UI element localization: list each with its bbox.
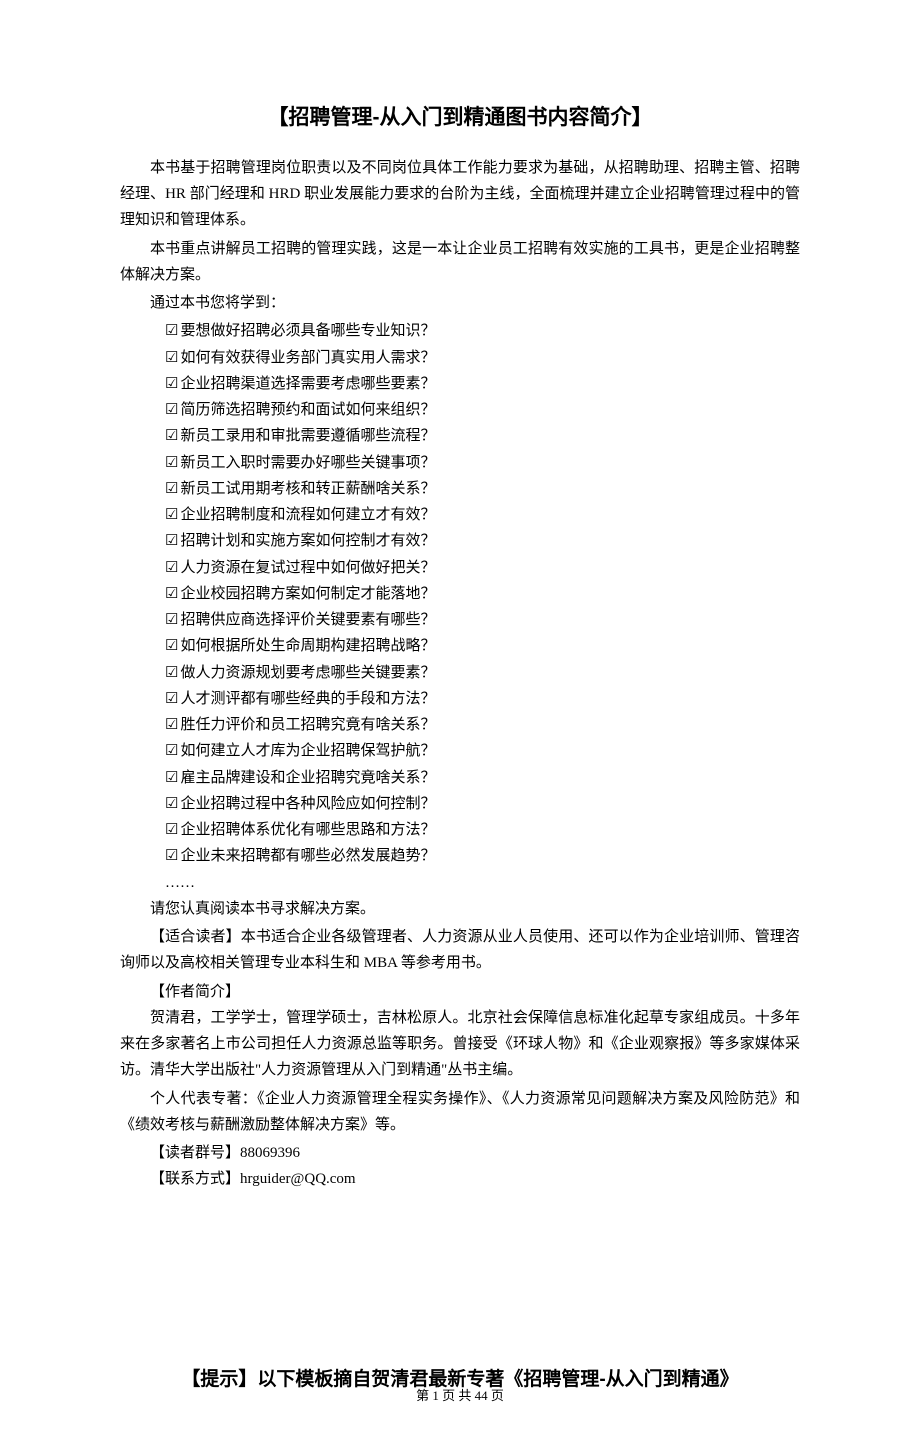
page-footer: 第 1 页 共 44 页 — [0, 1385, 920, 1408]
list-item: 人力资源在复试过程中如何做好把关？ — [165, 555, 800, 581]
list-item: 雇主品牌建设和企业招聘究竟啥关系？ — [165, 765, 800, 791]
list-item: 如何建立人才库为企业招聘保驾护航？ — [165, 738, 800, 764]
contact-info: 【联系方式】hrguider@QQ.com — [120, 1166, 800, 1192]
intro-paragraph-1: 本书基于招聘管理岗位职责以及不同岗位具体工作能力要求为基础，从招聘助理、招聘主管… — [120, 155, 800, 234]
list-item: 招聘计划和实施方案如何控制才有效？ — [165, 528, 800, 554]
author-label: 【作者简介】 — [120, 979, 800, 1005]
list-item: 胜任力评价和员工招聘究竟有啥关系？ — [165, 712, 800, 738]
list-item: 企业招聘制度和流程如何建立才有效？ — [165, 502, 800, 528]
list-item: 企业招聘体系优化有哪些思路和方法？ — [165, 817, 800, 843]
list-item: 做人力资源规划要考虑哪些关键要素？ — [165, 660, 800, 686]
list-item: 新员工录用和审批需要遵循哪些流程？ — [165, 423, 800, 449]
list-item: 新员工入职时需要办好哪些关键事项？ — [165, 450, 800, 476]
list-item: 新员工试用期考核和转正薪酬啥关系？ — [165, 476, 800, 502]
author-paragraph-1: 贺清君，工学学士，管理学硕士，吉林松原人。北京社会保障信息标准化起草专家组成员。… — [120, 1005, 800, 1084]
list-item: 如何根据所处生命周期构建招聘战略？ — [165, 633, 800, 659]
list-item: 简历筛选招聘预约和面试如何来组织？ — [165, 397, 800, 423]
list-item: 如何有效获得业务部门真实用人需求？ — [165, 345, 800, 371]
learn-intro: 通过本书您将学到： — [120, 290, 800, 316]
page-title: 【招聘管理-从入门到精通图书内容简介】 — [120, 100, 800, 137]
list-item: 人才测评都有哪些经典的手段和方法？ — [165, 686, 800, 712]
list-item: 要想做好招聘必须具备哪些专业知识？ — [165, 318, 800, 344]
intro-paragraph-2: 本书重点讲解员工招聘的管理实践，这是一本让企业员工招聘有效实施的工具书，更是企业… — [120, 236, 800, 289]
suitable-readers: 【适合读者】本书适合企业各级管理者、人力资源从业人员使用、还可以作为企业培训师、… — [120, 924, 800, 977]
list-item: 企业未来招聘都有哪些必然发展趋势？ — [165, 843, 800, 869]
reader-group: 【读者群号】88069396 — [120, 1140, 800, 1166]
list-item: 招聘供应商选择评价关键要素有哪些？ — [165, 607, 800, 633]
list-item: 企业校园招聘方案如何制定才能落地？ — [165, 581, 800, 607]
list-item: 企业招聘渠道选择需要考虑哪些要素？ — [165, 371, 800, 397]
checklist: 要想做好招聘必须具备哪些专业知识？ 如何有效获得业务部门真实用人需求？ 企业招聘… — [165, 318, 800, 869]
author-paragraph-2: 个人代表专著：《企业人力资源管理全程实务操作》、《人力资源常见问题解决方案及风险… — [120, 1086, 800, 1139]
closing-read: 请您认真阅读本书寻求解决方案。 — [120, 896, 800, 922]
list-item: 企业招聘过程中各种风险应如何控制？ — [165, 791, 800, 817]
ellipsis: …… — [165, 870, 800, 896]
